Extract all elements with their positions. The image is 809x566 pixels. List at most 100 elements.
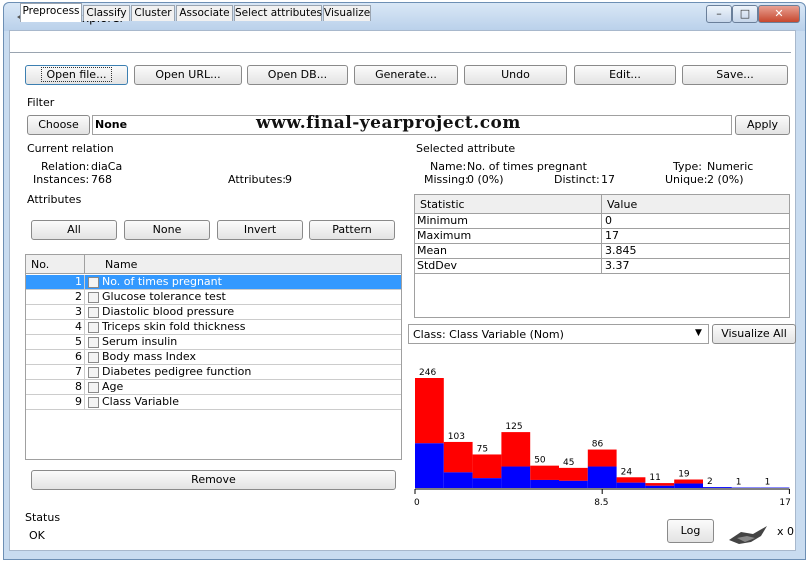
sel-distinct-value: 17 — [601, 173, 615, 186]
open-db-button[interactable]: Open DB... — [247, 65, 348, 85]
choose-button[interactable]: Choose — [27, 115, 90, 135]
row-divider — [84, 380, 85, 395]
tab-classify[interactable]: Classify — [83, 5, 130, 21]
attribute-checkbox[interactable] — [88, 277, 99, 288]
open-file-button[interactable]: Open file... — [25, 65, 128, 85]
open-url-button[interactable]: Open URL... — [134, 65, 242, 85]
tab-select-attributes[interactable]: Select attributes — [234, 5, 322, 21]
statistics-header: Statistic Value — [415, 195, 789, 214]
undo-button[interactable]: Undo — [464, 65, 567, 85]
remove-button[interactable]: Remove — [31, 470, 396, 490]
attributes-table: No. Name 1 No. of times pregnant 2 Glucose … — [25, 254, 402, 460]
attribute-no: 1 — [75, 275, 82, 288]
sel-name-value: No. of times pregnant — [467, 160, 587, 173]
log-button[interactable]: Log — [667, 519, 714, 543]
tab-associate[interactable]: Associate — [176, 5, 233, 21]
attribute-checkbox[interactable] — [88, 367, 99, 378]
row-line — [26, 409, 401, 410]
histogram-bar-label: 24 — [621, 467, 633, 477]
histogram-bar-red — [616, 477, 646, 483]
histogram-bar-red — [501, 432, 531, 467]
attribute-checkbox[interactable] — [88, 352, 99, 363]
histogram-bar-blue — [501, 466, 531, 488]
row-divider — [84, 275, 85, 290]
attribute-row[interactable]: 7 Diabetes pedigree function — [26, 365, 401, 380]
histogram-bar-label: 50 — [534, 456, 546, 466]
watermark-url: www.final-yearproject.com — [256, 113, 521, 133]
histogram-bar-blue — [616, 482, 646, 488]
header-divider — [84, 255, 85, 274]
attribute-row[interactable]: 2 Glucose tolerance test — [26, 290, 401, 305]
open-file-label: Open file... — [41, 67, 112, 82]
statistic-value: 0 — [605, 214, 612, 227]
attribute-name: Age — [102, 380, 124, 393]
attribute-row[interactable]: 5 Serum insulin — [26, 335, 401, 350]
row-divider — [84, 305, 85, 320]
selected-attribute-title: Selected attribute — [416, 142, 516, 155]
histogram-bar-red — [415, 378, 444, 444]
histogram-bar-label: 125 — [505, 422, 522, 432]
histogram-bar-red — [674, 479, 703, 484]
attribute-checkbox[interactable] — [88, 292, 99, 303]
statistic-row: Minimum 0 — [415, 214, 789, 229]
generate-button[interactable]: Generate... — [354, 65, 458, 85]
attribute-row[interactable]: 4 Triceps skin fold thickness — [26, 320, 401, 335]
attribute-row[interactable]: 3 Diastolic blood pressure — [26, 305, 401, 320]
pattern-button[interactable]: Pattern — [309, 220, 395, 240]
row-divider — [84, 335, 85, 350]
histogram-bar-label: 11 — [649, 473, 660, 483]
histogram-bar-blue — [703, 487, 732, 488]
attribute-name: Triceps skin fold thickness — [102, 320, 246, 333]
sel-distinct-label: Distinct: — [554, 173, 600, 186]
none-button[interactable]: None — [124, 220, 210, 240]
attribute-checkbox[interactable] — [88, 337, 99, 348]
class-select[interactable]: Class: Class Variable (Nom) ▼ — [408, 324, 709, 344]
tab-cluster[interactable]: Cluster — [131, 5, 175, 21]
histogram-bar-blue — [645, 485, 675, 488]
attribute-name: No. of times pregnant — [102, 275, 222, 288]
statistic-name: StdDev — [417, 259, 458, 272]
close-button[interactable]: ✕ — [758, 5, 800, 23]
minimize-button[interactable]: – — [706, 5, 732, 23]
statistic-value: 3.37 — [605, 259, 630, 272]
sel-name-label: Name: — [430, 160, 467, 173]
attribute-no: 2 — [75, 290, 82, 303]
attribute-checkbox[interactable] — [88, 322, 99, 333]
histogram-bar-red — [587, 449, 617, 467]
col-name-header: Name — [105, 258, 138, 271]
visualize-all-button[interactable]: Visualize All — [712, 324, 796, 344]
relation-value: diaCa — [91, 160, 123, 173]
edit-button[interactable]: Edit... — [574, 65, 676, 85]
stat-divider — [601, 259, 602, 274]
attribute-no: 4 — [75, 320, 82, 333]
stat-divider — [601, 214, 602, 229]
attribute-checkbox[interactable] — [88, 382, 99, 393]
apply-button[interactable]: Apply — [735, 115, 790, 135]
attribute-name: Diastolic blood pressure — [102, 305, 235, 318]
all-button[interactable]: All — [31, 220, 117, 240]
tab-preprocess[interactable]: Preprocess — [20, 3, 82, 22]
histogram-tick-label: 17 — [779, 498, 790, 508]
attribute-checkbox[interactable] — [88, 397, 99, 408]
statistic-name: Mean — [417, 244, 447, 257]
save-button[interactable]: Save... — [682, 65, 788, 85]
row-divider — [84, 320, 85, 335]
attribute-row[interactable]: 1 No. of times pregnant — [26, 275, 401, 290]
relation-label: Relation: — [41, 160, 90, 173]
statistic-value: 17 — [605, 229, 619, 242]
attribute-rows: 1 No. of times pregnant 2 Glucose tolerance… — [26, 275, 401, 410]
attribute-no: 5 — [75, 335, 82, 348]
invert-button[interactable]: Invert — [217, 220, 303, 240]
attribute-row[interactable]: 6 Body mass Index — [26, 350, 401, 365]
attribute-row[interactable]: 8 Age — [26, 380, 401, 395]
attribute-checkbox[interactable] — [88, 307, 99, 318]
sel-unique-label: Unique: — [665, 173, 708, 186]
tab-visualize[interactable]: Visualize — [323, 5, 371, 21]
maximize-button[interactable]: □ — [732, 5, 758, 23]
histogram-bar-red — [645, 483, 675, 486]
statistic-name: Minimum — [417, 214, 468, 227]
row-divider — [84, 365, 85, 380]
attribute-row[interactable]: 9 Class Variable — [26, 395, 401, 410]
row-divider — [84, 350, 85, 365]
chevron-down-icon: ▼ — [695, 328, 702, 338]
